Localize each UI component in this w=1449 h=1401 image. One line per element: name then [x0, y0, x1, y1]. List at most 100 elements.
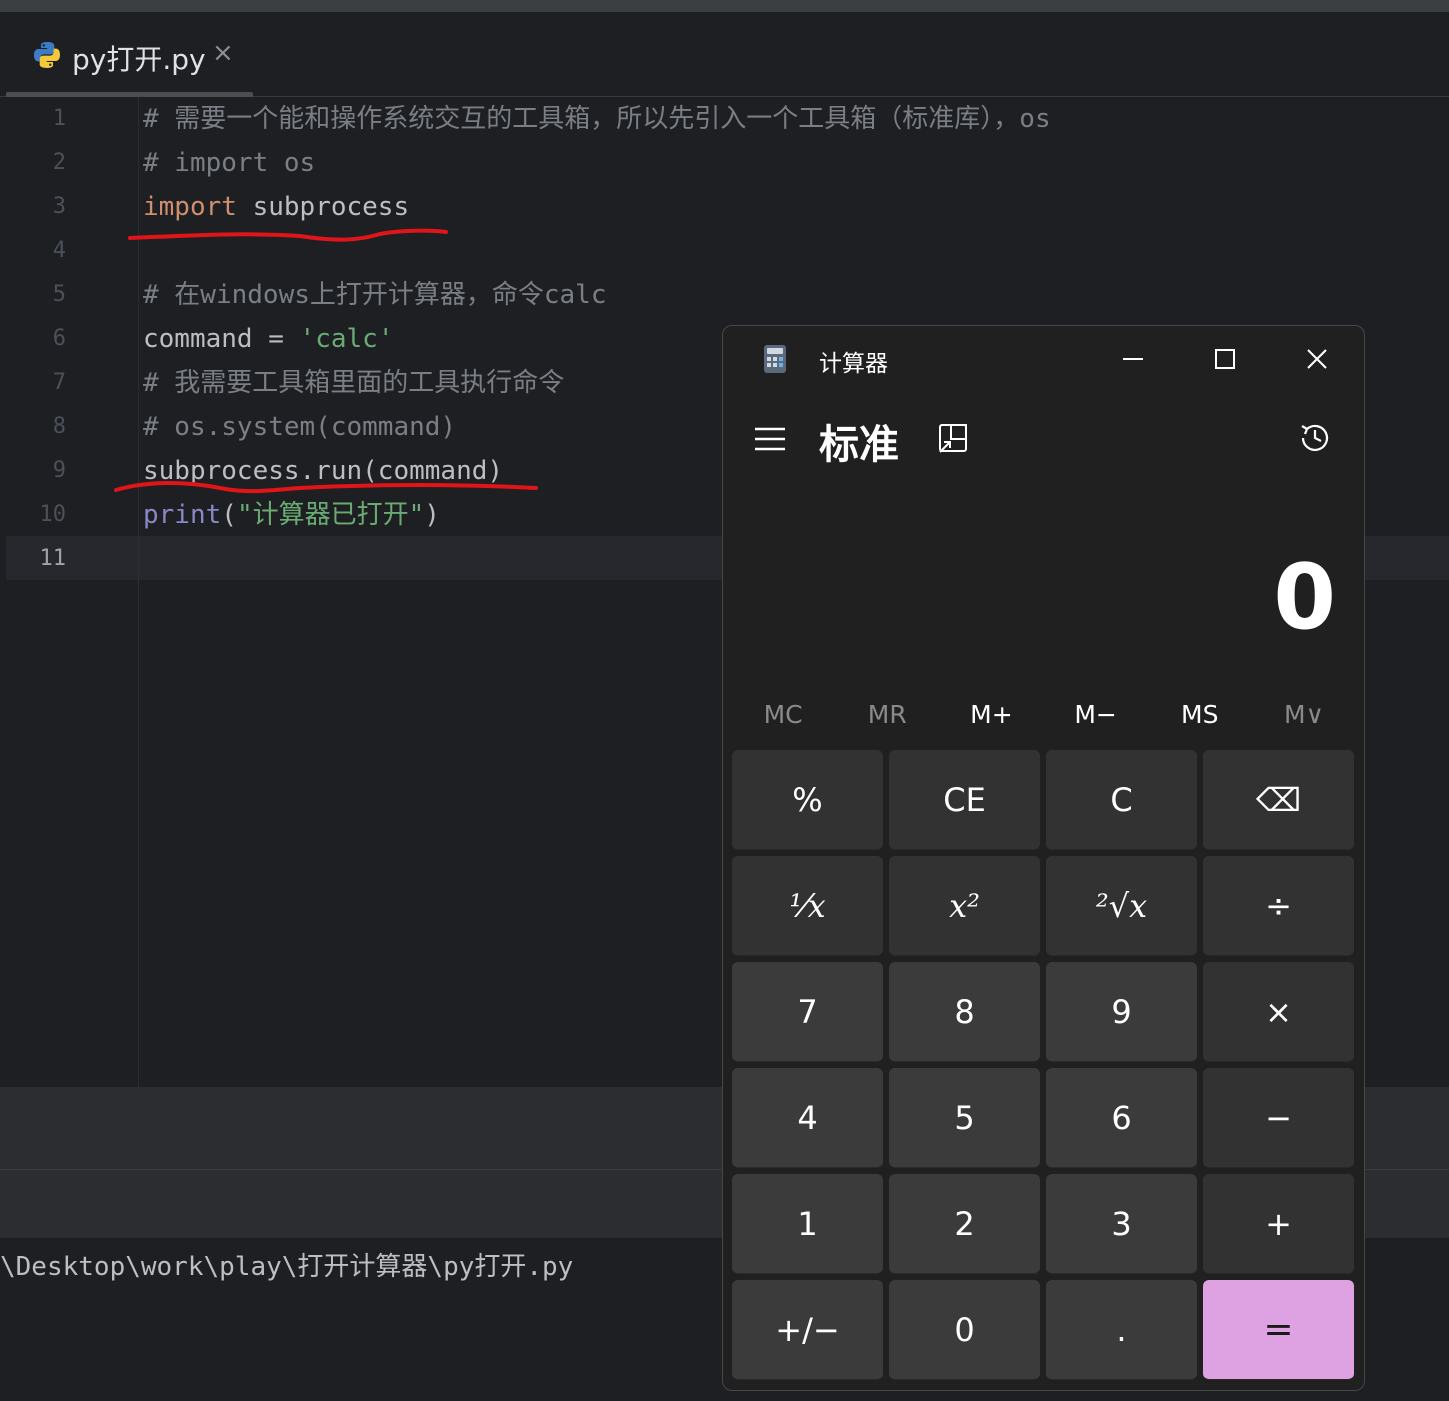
line-number: 10 — [39, 502, 67, 527]
code-token: subprocess — [236, 192, 410, 222]
key-label: + — [1265, 1204, 1292, 1243]
code-token: command = — [143, 324, 300, 354]
key-label: 7 — [797, 992, 818, 1031]
line-number: 3 — [52, 194, 66, 219]
key-label: 2 — [954, 1204, 975, 1243]
history-icon[interactable] — [1297, 420, 1333, 456]
line-number: 1 — [52, 106, 66, 131]
calculator-app-icon — [764, 345, 786, 373]
code-line[interactable]: import subprocess — [143, 185, 409, 229]
memory-button[interactable]: MC — [731, 690, 835, 740]
close-button[interactable] — [1287, 334, 1347, 384]
key-label: 8 — [954, 992, 975, 1031]
code-token: # 我需要工具箱里面的工具执行命令 — [143, 368, 565, 398]
digit-2-button[interactable]: 2 — [889, 1174, 1040, 1274]
line-number: 8 — [52, 414, 66, 439]
code-line[interactable]: subprocess.run(command) — [143, 449, 503, 493]
code-token: print — [143, 500, 222, 530]
square-button[interactable]: x² — [889, 856, 1040, 956]
backspace-button[interactable]: ⌫ — [1203, 750, 1354, 850]
python-file-icon — [34, 42, 60, 68]
add-button[interactable]: + — [1203, 1174, 1354, 1274]
clear-button[interactable]: C — [1046, 750, 1197, 850]
editor-tab-bar: py打开.py × — [0, 12, 1449, 98]
calculator-window[interactable]: 计算器 标准 0 MC MR M+ M− MS M∨ % CE C ⌫ ⅟x x… — [722, 325, 1365, 1391]
calculator-window-title: 计算器 — [819, 351, 888, 377]
key-label: ÷ — [1265, 886, 1292, 925]
memory-button[interactable]: MS — [1148, 690, 1252, 740]
minimize-icon — [1123, 358, 1143, 360]
backspace-icon: ⌫ — [1255, 780, 1302, 819]
tab-close-icon[interactable]: × — [212, 38, 234, 68]
key-label: 4 — [797, 1098, 818, 1137]
code-line[interactable]: # import os — [143, 141, 315, 185]
multiply-button[interactable]: × — [1203, 962, 1354, 1062]
key-label: % — [792, 780, 823, 819]
editor-tab-label: py打开.py — [72, 43, 206, 76]
maximize-button[interactable] — [1195, 334, 1255, 384]
code-token: import — [143, 192, 237, 222]
memory-button[interactable]: MR — [835, 690, 939, 740]
code-line[interactable]: # os.system(command) — [143, 405, 456, 449]
calculator-nav: 标准 — [723, 406, 1364, 476]
key-label: 5 — [954, 1098, 975, 1137]
calculator-mode-title: 标准 — [819, 422, 899, 468]
key-label: C — [1110, 780, 1133, 819]
key-label: 0 — [954, 1310, 975, 1349]
square-root-button[interactable]: ²√x — [1046, 856, 1197, 956]
code-token: ( — [221, 500, 237, 530]
digit-0-button[interactable]: 0 — [889, 1280, 1040, 1380]
negate-button[interactable]: +/− — [732, 1280, 883, 1380]
code-token: "计算器已打开" — [236, 500, 425, 530]
calculator-title-bar[interactable]: 计算器 — [723, 326, 1364, 390]
memory-button[interactable]: M+ — [939, 690, 1043, 740]
hamburger-menu-icon[interactable] — [753, 424, 787, 454]
memory-button[interactable]: M− — [1044, 690, 1148, 740]
memory-button[interactable]: M∨ — [1252, 690, 1356, 740]
code-token: # os.system(command) — [143, 412, 457, 442]
line-number: 7 — [52, 370, 66, 395]
percent-button[interactable]: % — [732, 750, 883, 850]
digit-9-button[interactable]: 9 — [1046, 962, 1197, 1062]
calculator-keypad: % CE C ⌫ ⅟x x² ²√x ÷ 7 8 9 × 4 5 6 − 1 2 3 + +/− 0. = — [732, 750, 1355, 1382]
editor-tab-py-file[interactable]: py打开.py × — [6, 12, 253, 98]
clear-entry-button[interactable]: CE — [889, 750, 1040, 850]
minimize-button[interactable] — [1103, 334, 1163, 384]
equals-button[interactable]: = — [1203, 1280, 1354, 1380]
key-label: x² — [949, 886, 980, 925]
digit-6-button[interactable]: 6 — [1046, 1068, 1197, 1168]
digit-8-button[interactable]: 8 — [889, 962, 1040, 1062]
code-line[interactable]: # 需要一个能和操作系统交互的工具箱，所以先引入一个工具箱（标准库），os — [143, 97, 1051, 141]
memory-buttons-row: MC MR M+ M− MS M∨ — [731, 690, 1356, 740]
code-line[interactable]: print("计算器已打开") — [143, 493, 440, 537]
code-token: # import os — [143, 148, 316, 178]
code-line[interactable]: # 在windows上打开计算器，命令calc — [143, 273, 607, 317]
digit-5-button[interactable]: 5 — [889, 1068, 1040, 1168]
calculator-display: 0 — [1273, 545, 1336, 650]
subtract-button[interactable]: − — [1203, 1068, 1354, 1168]
code-line[interactable]: command = 'calc' — [143, 317, 393, 361]
line-number: 6 — [52, 326, 66, 351]
keep-on-top-icon[interactable] — [937, 422, 969, 456]
run-output-path: \Desktop\work\play\打开计算器\py打开.py — [0, 1252, 574, 1282]
code-token: # 需要一个能和操作系统交互的工具箱，所以先引入一个工具箱（标准库），os — [143, 104, 1051, 134]
key-label: 3 — [1111, 1204, 1132, 1243]
divide-button[interactable]: ÷ — [1203, 856, 1354, 956]
digit-4-button[interactable]: 4 — [732, 1068, 883, 1168]
key-label: × — [1265, 992, 1292, 1031]
key-label: 1 — [797, 1204, 818, 1243]
line-number: 4 — [52, 238, 66, 263]
decimal-button[interactable]: . — [1046, 1280, 1197, 1380]
code-line[interactable]: # 我需要工具箱里面的工具执行命令 — [143, 361, 564, 405]
code-token: 'calc' — [299, 324, 394, 354]
reciprocal-button[interactable]: ⅟x — [732, 856, 883, 956]
digit-7-button[interactable]: 7 — [732, 962, 883, 1062]
digit-1-button[interactable]: 1 — [732, 1174, 883, 1274]
line-number: 5 — [52, 282, 66, 307]
key-label: 9 — [1111, 992, 1132, 1031]
key-label: 6 — [1111, 1098, 1132, 1137]
digit-3-button[interactable]: 3 — [1046, 1174, 1197, 1274]
close-icon — [1307, 349, 1327, 369]
key-label: = — [1263, 1309, 1294, 1350]
line-number: 9 — [52, 458, 66, 483]
